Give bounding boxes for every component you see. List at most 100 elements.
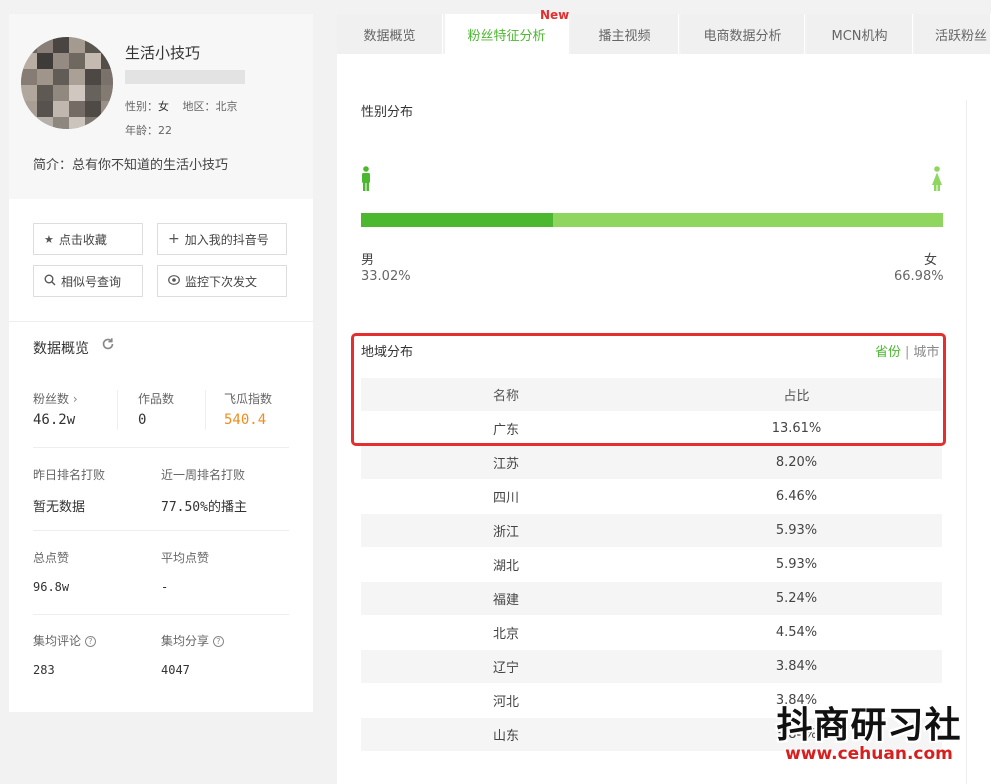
gender-bar-male	[361, 213, 554, 227]
works-value: 0	[138, 412, 147, 428]
table-row: 北京 4.54%	[361, 616, 942, 650]
region-name: 湖北	[492, 559, 519, 574]
divider	[205, 390, 206, 430]
watermark-text: 抖商研习社	[776, 705, 962, 746]
index-value: 540.4	[224, 412, 267, 428]
divider	[33, 447, 289, 448]
gender-label: 性别：	[125, 100, 158, 113]
avg-likes-value: -	[161, 580, 169, 594]
tab-bar: 数据概览 粉丝特征分析 播主视频 电商数据分析 MCN机构 活跃粉丝	[337, 14, 991, 54]
tab-data-overview[interactable]: 数据概览	[337, 14, 443, 54]
divider	[33, 530, 289, 531]
table-row: 辽宁 3.84%	[361, 650, 942, 684]
index-label: 飞瓜指数	[224, 392, 273, 406]
region-ratio: 8.20%	[775, 455, 818, 470]
avg-comments-label-text: 集均评论	[33, 634, 82, 648]
female-icon	[932, 166, 942, 191]
region-name: 北京	[492, 627, 519, 642]
fans-value: 46.2w	[33, 412, 76, 428]
total-likes-value: 96.8w	[33, 580, 70, 594]
rank-week-value: 77.50%的播主	[161, 500, 247, 515]
new-badge: New	[540, 8, 570, 22]
rank-yesterday-label: 昨日排名打败	[33, 468, 106, 482]
table-row: 福建 5.24%	[361, 582, 942, 616]
avatar	[21, 37, 113, 129]
female-label: 女	[924, 253, 938, 268]
favorite-button[interactable]: ★ 点击收藏	[33, 223, 143, 255]
region-name: 山东	[492, 729, 519, 744]
gender-value: 女	[158, 100, 169, 113]
account-id-blurred	[125, 70, 245, 84]
region-label: 地区：北京	[182, 100, 238, 113]
avg-shares-label-text: 集均分享	[161, 634, 210, 648]
tab-ecommerce[interactable]: 电商数据分析	[681, 14, 805, 54]
tab-creator-videos[interactable]: 播主视频	[571, 14, 679, 54]
table-row: 四川 6.46%	[361, 480, 942, 514]
chevron-right-icon: ›	[72, 392, 78, 406]
tab-active-fans[interactable]: 活跃粉丝	[915, 14, 991, 54]
avg-shares-label: 集均分享 ?	[161, 632, 224, 649]
divider	[966, 100, 967, 784]
monitor-button[interactable]: 监控下次发文	[157, 265, 287, 297]
gender-ratio-bar	[361, 213, 943, 227]
rank-yesterday-value: 暂无数据	[33, 500, 86, 515]
male-icon	[362, 166, 370, 191]
avg-shares-value: 4047	[161, 663, 190, 677]
profile-card: 生活小技巧 性别：女 地区：北京 年龄：22 简介：总有你不知道的生活小技巧	[9, 14, 313, 199]
region-ratio: 3.84%	[775, 659, 818, 674]
region-name: 江苏	[492, 457, 519, 472]
account-panel: 生活小技巧 性别：女 地区：北京 年龄：22 简介：总有你不知道的生活小技巧 ★…	[9, 14, 313, 712]
tab-mcn[interactable]: MCN机构	[807, 14, 913, 54]
help-icon[interactable]: ?	[212, 636, 224, 647]
plus-icon: +	[168, 231, 180, 247]
male-percent: 33.02%	[361, 269, 411, 284]
region-ratio: 6.46%	[775, 489, 818, 504]
table-row: 浙江 5.93%	[361, 514, 942, 548]
table-row: 江苏 8.20%	[361, 446, 942, 480]
region-name: 河北	[492, 695, 519, 710]
similar-search-button[interactable]: 相似号查询	[33, 265, 143, 297]
region-ratio: 5.24%	[775, 591, 818, 606]
avg-comments-label: 集均评论 ?	[33, 632, 96, 649]
gender-section-title: 性别分布	[361, 105, 414, 120]
age-label: 年龄：	[125, 124, 158, 137]
star-icon: ★	[44, 232, 54, 246]
total-likes-label: 总点赞	[33, 551, 70, 565]
account-age: 年龄：22	[125, 122, 172, 138]
fans-label[interactable]: 粉丝数 ›	[33, 390, 78, 407]
region-name: 福建	[492, 593, 519, 608]
refresh-icon[interactable]	[101, 337, 115, 355]
monitor-button-label: 监控下次发文	[185, 274, 258, 289]
region-name: 辽宁	[492, 661, 519, 676]
region-ratio: 4.54%	[775, 625, 818, 640]
account-bio: 简介：总有你不知道的生活小技巧	[33, 158, 229, 173]
region-highlight-box	[351, 333, 946, 446]
region-ratio: 5.93%	[775, 523, 818, 538]
add-account-button-label: 加入我的抖音号	[184, 232, 269, 247]
divider	[33, 614, 289, 615]
account-gender-region: 性别：女 地区：北京	[125, 98, 238, 114]
avg-likes-label: 平均点赞	[161, 551, 210, 565]
age-value: 22	[158, 124, 172, 137]
region-ratio: 5.93%	[775, 557, 818, 572]
region-name: 四川	[492, 491, 519, 506]
divider	[117, 390, 118, 430]
region-name: 浙江	[492, 525, 519, 540]
works-label: 作品数	[138, 392, 175, 406]
female-percent: 66.98%	[894, 269, 944, 284]
help-icon[interactable]: ?	[84, 636, 96, 647]
avg-comments-value: 283	[33, 663, 55, 677]
account-name: 生活小技巧	[125, 44, 201, 62]
fans-label-text: 粉丝数	[33, 392, 70, 406]
male-label: 男	[361, 253, 375, 268]
search-icon	[44, 274, 56, 289]
add-account-button[interactable]: + 加入我的抖音号	[157, 223, 287, 255]
watermark: 抖商研习社 www.cehuan.com	[764, 696, 974, 764]
overview-title: 数据概览	[33, 341, 89, 357]
similar-search-button-label: 相似号查询	[61, 274, 122, 289]
table-row: 湖北 5.93%	[361, 548, 942, 582]
favorite-button-label: 点击收藏	[58, 232, 107, 247]
rank-week-label: 近一周排名打败	[161, 468, 246, 482]
watermark-url: www.cehuan.com	[785, 744, 953, 764]
divider	[9, 321, 313, 322]
